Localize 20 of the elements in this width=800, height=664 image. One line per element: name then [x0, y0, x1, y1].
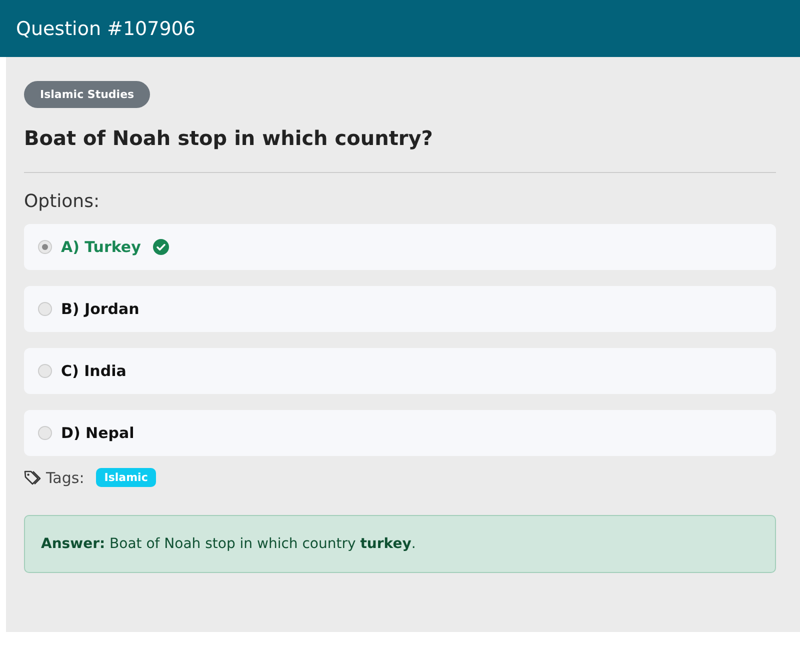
answer-text: Answer: Boat of Noah stop in which country turkey. [24, 515, 776, 573]
option-row[interactable]: C) India [24, 348, 776, 394]
radio-button[interactable] [38, 364, 52, 378]
tags-icon [24, 470, 42, 486]
option-row[interactable]: B) Jordan [24, 286, 776, 332]
option-label: C) India [61, 362, 126, 380]
page-title: Question #107906 [16, 18, 196, 40]
options-heading: Options: [24, 191, 101, 212]
option-row[interactable]: D) Nepal [24, 410, 776, 456]
radio-button[interactable] [38, 426, 52, 440]
option-label: A) Turkey [61, 238, 141, 256]
question-text: Boat of Noah stop in which country? [24, 126, 434, 150]
check-circle-icon [152, 239, 169, 255]
option-label: B) Jordan [61, 300, 140, 318]
tags-label: Tags: [46, 468, 84, 486]
radio-button[interactable] [38, 302, 52, 316]
category-badge[interactable]: Islamic Studies [24, 81, 150, 108]
option-label: D) Nepal [61, 424, 134, 442]
option-row[interactable]: A) Turkey [24, 224, 776, 270]
radio-button[interactable] [38, 240, 52, 254]
